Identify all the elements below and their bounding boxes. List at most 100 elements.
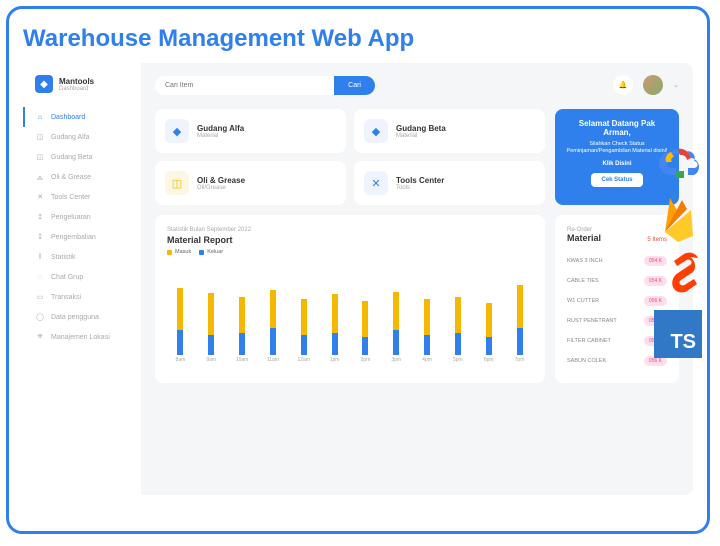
tools-icon: ✕ <box>364 171 388 195</box>
sidebar-item-label: Statistik <box>51 254 76 261</box>
sidebar-item-label: Transaksi <box>51 294 81 301</box>
sidebar-item-transaksi[interactable]: ▭ Transaksi <box>23 287 141 307</box>
material-report-card: Statistik Bulan September 2022 Material … <box>155 215 545 383</box>
bottle-icon: ◫ <box>165 171 189 195</box>
download-icon: ↧ <box>35 232 45 242</box>
home-icon: ⌂ <box>35 112 45 122</box>
app-window: ◆ Mantools Dashboard ⌂Dashboard ◫Gudang … <box>23 63 693 495</box>
main-content: Cari 🔔 ⌄ ◆Gudang AlfaMaterial ◆Gudang Be… <box>141 63 693 495</box>
sidebar-item-data-pengguna[interactable]: ◯ Data pengguna <box>23 307 141 327</box>
sidebar-item-manajemen-lokasi[interactable]: ⎈Manajemen Lokasi <box>23 327 141 347</box>
sidebar-item-gudang-beta[interactable]: ◫Gudang Beta <box>23 147 141 167</box>
sidebar-item-oli-grease[interactable]: 🝆 Oli & Grease <box>23 167 141 187</box>
chart-bar: 8am <box>169 288 192 364</box>
avatar[interactable] <box>643 75 663 95</box>
search-bar: Cari <box>155 76 375 95</box>
reorder-item-name: SABUN COLEK <box>567 358 606 364</box>
reorder-item-name: KWAS 3 INCH <box>567 258 603 264</box>
wrench-icon: ✕ <box>35 192 45 202</box>
firebase-icon <box>654 194 702 242</box>
sidebar-item-label: Tools Center <box>51 194 90 201</box>
legend-label: Masuk <box>175 249 191 255</box>
cube-icon: ◆ <box>165 119 189 143</box>
chart-bar: 3pm <box>385 292 408 363</box>
tile-subtitle: Oil/Grease <box>197 185 245 191</box>
tile-gudang-alfa[interactable]: ◆ Gudang AlfaMaterial <box>155 109 346 153</box>
sidebar-item-statistik[interactable]: ⫾ Statistik <box>23 247 141 267</box>
search-input[interactable] <box>155 76 334 95</box>
sidebar-item-label: Oli & Grease <box>51 174 91 181</box>
sidebar-item-label: Chat Grup <box>51 274 83 281</box>
sidebar-item-pengembalian[interactable]: ↧ Pengembalian <box>23 227 141 247</box>
reorder-item: SABUN COLEK056 K <box>567 351 667 371</box>
topbar: Cari 🔔 ⌄ <box>155 75 679 95</box>
google-cloud-icon <box>654 136 702 184</box>
chat-icon: ◌ <box>35 272 45 282</box>
app-logo: ◆ Mantools Dashboard <box>23 75 141 107</box>
chart-bar: 4pm <box>416 299 439 363</box>
chart-bar: 12am <box>292 299 315 363</box>
sidebar-item-dashboard[interactable]: ⌂ Dashboard <box>23 107 141 127</box>
sidebar-item-label: Dashboard <box>51 114 85 121</box>
welcome-greeting: Selamat Datang Pak Arman, <box>565 119 669 137</box>
svelte-icon <box>654 252 702 300</box>
tile-title: Oli & Grease <box>197 176 245 185</box>
chart-bar: 10am <box>231 297 254 364</box>
sidebar-item-label: Pengembalian <box>51 234 96 241</box>
chart-bar: 5pm <box>446 297 469 364</box>
tile-title: Gudang Beta <box>396 124 446 133</box>
chart-bar: 7pm <box>508 285 531 363</box>
reorder-item-name: FILTER CABINET <box>567 338 611 344</box>
reorder-title: Material <box>567 233 601 243</box>
cube-icon: ◆ <box>364 119 388 143</box>
app-subtitle: Dashboard <box>59 86 94 92</box>
document-icon: ▭ <box>35 292 45 302</box>
search-button[interactable]: Cari <box>334 76 375 95</box>
sidebar-item-chat-grup[interactable]: ◌ Chat Grup <box>23 267 141 287</box>
chart-icon: ⫾ <box>35 252 45 262</box>
notification-icon[interactable]: 🔔 <box>613 75 633 95</box>
legend-dot-keluar <box>199 250 204 255</box>
reorder-item: KWAS 3 INCH054 K <box>567 251 667 271</box>
techstack-column: TS <box>654 136 702 358</box>
reorder-item: CABLE TIES054 K <box>567 271 667 291</box>
report-subtitle: Statistik Bulan September 2022 <box>167 227 533 233</box>
tile-oli-grease[interactable]: ◫ Oli & GreaseOil/Grease <box>155 161 346 205</box>
reorder-item: FILTER CABINET054 K <box>567 331 667 351</box>
bar-chart: 8am9am10am11am12am1pm2pm3pm4pm5pm6pm7pm <box>167 263 533 363</box>
sidebar: ◆ Mantools Dashboard ⌂Dashboard ◫Gudang … <box>23 63 141 495</box>
reorder-item-name: RUST PENETRANT <box>567 318 617 324</box>
legend-dot-masuk <box>167 250 172 255</box>
tile-title: Gudang Alfa <box>197 124 244 133</box>
sidebar-item-label: Data pengguna <box>51 314 99 321</box>
cek-status-button[interactable]: Cek Status <box>591 173 642 187</box>
sidebar-item-tools-center[interactable]: ✕ Tools Center <box>23 187 141 207</box>
box-icon: ◫ <box>35 132 45 142</box>
reorder-item-name: W1 CUTTER <box>567 298 599 304</box>
page-title: Warehouse Management Web App <box>23 25 693 53</box>
sidebar-item-label: Gudang Alfa <box>51 134 90 141</box>
tiles-grid: ◆Gudang AlfaMaterial ◆Gudang BetaMateria… <box>155 109 545 205</box>
tile-subtitle: Material <box>396 133 446 139</box>
tile-subtitle: Material <box>197 133 244 139</box>
upload-icon: ↥ <box>35 212 45 222</box>
sidebar-item-pengeluaran[interactable]: ↥ Pengeluaran <box>23 207 141 227</box>
tile-gudang-beta[interactable]: ◆ Gudang BetaMaterial <box>354 109 545 153</box>
tile-title: Tools Center <box>396 176 444 185</box>
sidebar-item-label: Pengeluaran <box>51 214 91 221</box>
legend-label: Keluar <box>207 249 223 255</box>
chart-legend: Masuk Keluar <box>167 249 533 255</box>
tile-tools-center[interactable]: ✕ Tools CenterTools <box>354 161 545 205</box>
tile-subtitle: Tools <box>396 185 444 191</box>
sidebar-item-label: Gudang Beta <box>51 154 92 161</box>
typescript-icon: TS <box>654 310 702 358</box>
user-icon: ◯ <box>35 312 45 322</box>
chart-bar: 11am <box>261 290 284 363</box>
pin-icon: ⎈ <box>35 332 45 342</box>
sidebar-item-gudang-alfa[interactable]: ◫ Gudang Alfa <box>23 127 141 147</box>
chevron-down-icon[interactable]: ⌄ <box>673 81 679 89</box>
drop-icon: 🝆 <box>35 172 45 182</box>
app-name: Mantools <box>59 77 94 86</box>
report-title: Material Report <box>167 235 533 245</box>
chart-bar: 1pm <box>323 294 346 363</box>
